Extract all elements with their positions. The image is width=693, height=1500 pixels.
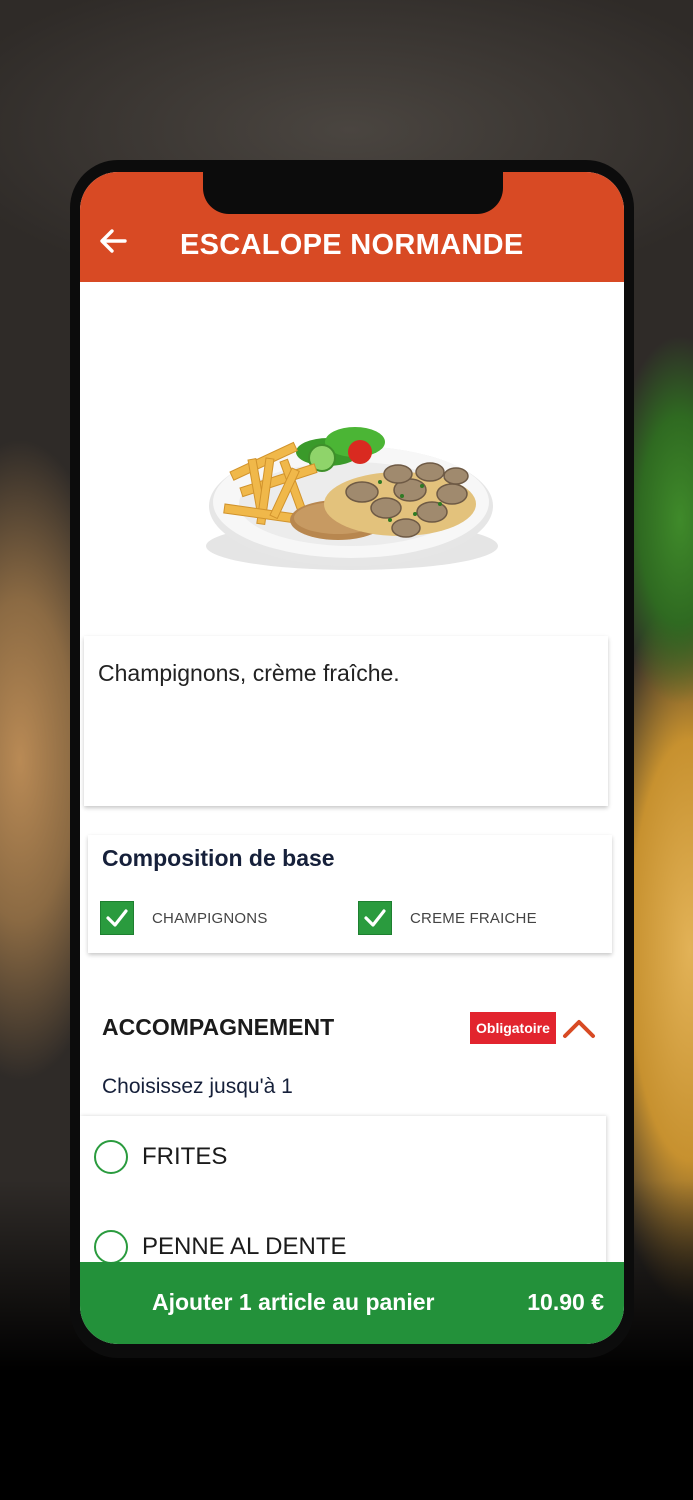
checkbox-creme-fraiche[interactable]: CREME FRAICHE — [358, 901, 537, 935]
back-arrow-icon[interactable] — [98, 226, 128, 256]
option-label: FRITES — [142, 1143, 228, 1170]
options-list: FRITES PENNE AL DENTE — [80, 1116, 606, 1266]
radio-button[interactable] — [94, 1140, 128, 1174]
phone-notch — [203, 172, 503, 214]
cart-price: 10.90 € — [527, 1289, 604, 1315]
accompagnement-title: ACCOMPAGNEMENT — [102, 1014, 335, 1040]
option-label: PENNE AL DENTE — [142, 1233, 347, 1260]
composition-title: Composition de base — [102, 845, 335, 871]
radio-button[interactable] — [94, 1230, 128, 1264]
add-to-cart-button[interactable]: Ajouter 1 article au panier 10.90 € — [80, 1262, 624, 1344]
checkbox-label: CHAMPIGNONS — [152, 909, 268, 927]
option-frites[interactable]: FRITES — [94, 1140, 227, 1174]
composition-card: Composition de base CHAMPIGNONS CREME FR… — [88, 835, 612, 953]
checkbox-label: CREME FRAICHE — [410, 909, 537, 927]
checkbox-champignons[interactable]: CHAMPIGNONS — [100, 901, 268, 935]
dish-description: Champignons, crème fraîche. — [98, 660, 400, 686]
option-penne[interactable]: PENNE AL DENTE — [94, 1230, 347, 1264]
chevron-up-icon[interactable] — [562, 1014, 596, 1042]
page-title: ESCALOPE NORMANDE — [180, 229, 524, 261]
app-screen: ESCALOPE NORMANDE Champignons, crème fra… — [80, 172, 624, 1344]
description-card: Champignons, crème fraîche. — [84, 636, 608, 806]
dish-image — [80, 282, 624, 632]
checkmark-icon — [358, 901, 392, 935]
required-badge: Obligatoire — [470, 1012, 556, 1044]
accompagnement-subtitle: Choisissez jusqu'à 1 — [102, 1075, 293, 1098]
add-to-cart-label: Ajouter 1 article au panier — [152, 1289, 435, 1315]
checkmark-icon — [100, 901, 134, 935]
